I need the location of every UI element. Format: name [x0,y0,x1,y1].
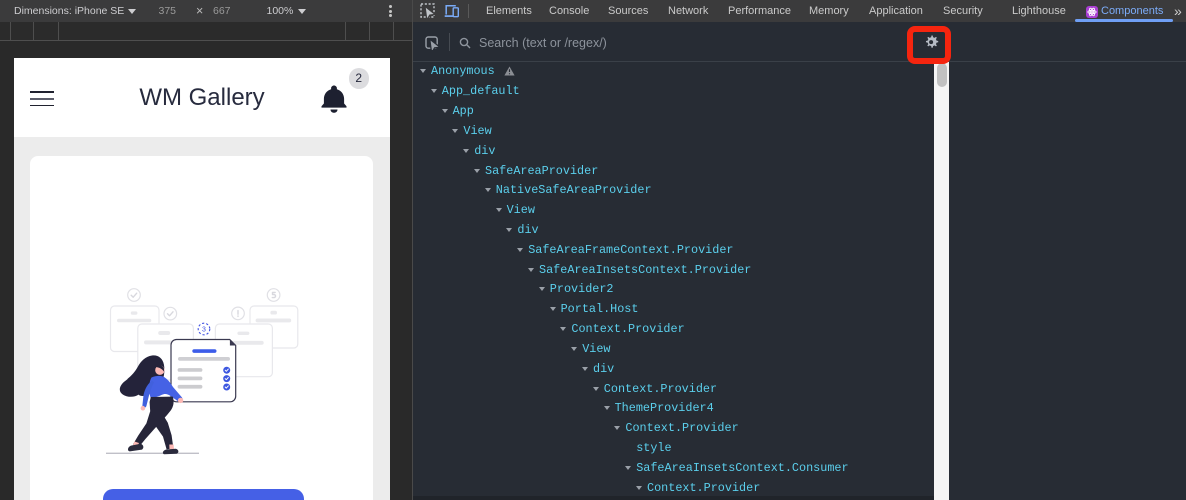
svg-text:3: 3 [202,327,206,334]
